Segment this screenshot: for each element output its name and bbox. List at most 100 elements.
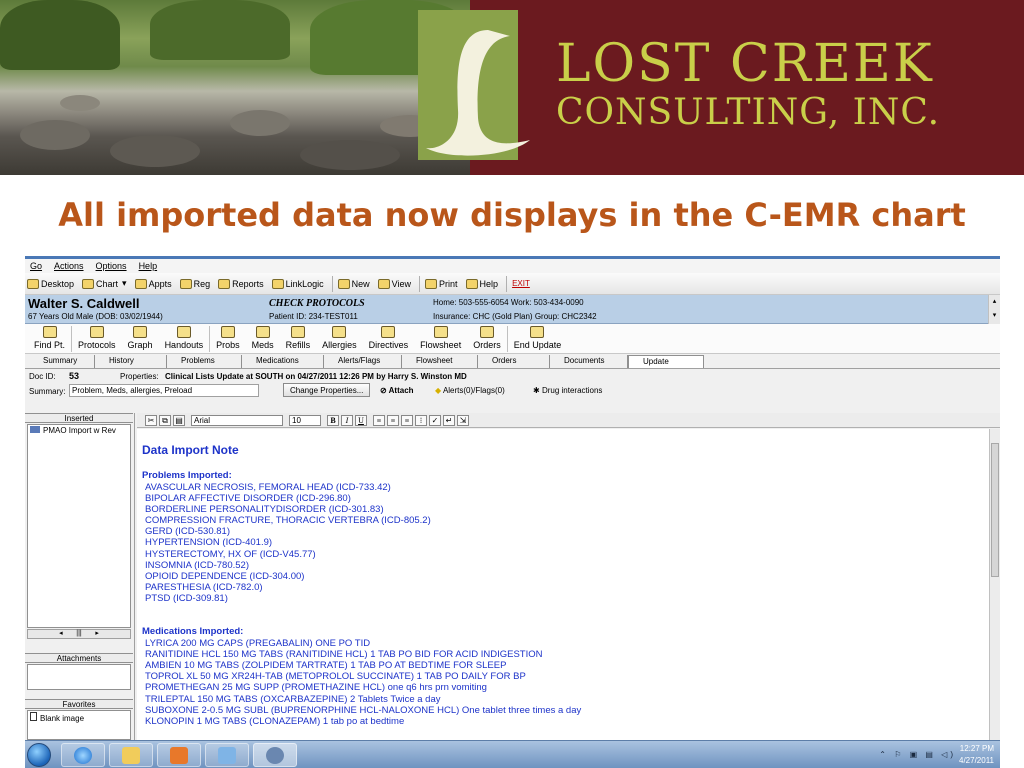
summary-input[interactable] [69, 384, 259, 397]
graph-icon [133, 326, 148, 338]
problem-item: COMPRESSION FRACTURE, THORACIC VERTEBRA … [145, 515, 431, 527]
tab-summary[interactable]: Summary [29, 355, 95, 368]
inserted-horizontal-scrollbar[interactable]: ◂ ||| ▸ [27, 629, 131, 639]
font-size-select[interactable]: 10 [289, 414, 321, 426]
start-button[interactable] [27, 743, 51, 767]
view-button[interactable]: View [377, 278, 411, 289]
chevron-down-icon[interactable]: ▾ [122, 278, 127, 289]
chart-button[interactable]: Chart ▾ [82, 278, 127, 289]
document-workspace: Inserted PMAO Import w Rev ◂ ||| ▸ Attac… [25, 413, 1000, 740]
check-protocols-link[interactable]: CHECK PROTOCOLS [269, 298, 365, 309]
desktop-button[interactable]: Desktop [27, 278, 74, 289]
probs-button[interactable]: Probs [210, 324, 246, 350]
ie-icon [74, 747, 92, 764]
medication-item: PROMETHEGAN 25 MG SUPP (PROMETHAZINE HCL… [145, 682, 487, 694]
problem-item: OPIOID DEPENDENCE (ICD-304.00) [145, 570, 305, 582]
bullet-list-icon[interactable]: ⁝ [415, 414, 427, 426]
allergies-button[interactable]: Allergies [316, 324, 363, 350]
graph-button[interactable]: Graph [122, 324, 159, 350]
export-icon[interactable]: ⇲ [457, 414, 469, 426]
people-icon [266, 747, 284, 764]
meds-icon [255, 326, 270, 338]
underline-icon[interactable]: U [355, 414, 367, 426]
orders-button[interactable]: Orders [467, 324, 507, 350]
menu-help[interactable]: Help [139, 261, 158, 271]
problem-item: PARESTHESIA (ICD-782.0) [145, 581, 263, 593]
doc-id-label: Doc ID: [29, 372, 56, 381]
tab-alerts-flags[interactable]: Alerts/Flags [324, 355, 402, 368]
inserted-item[interactable]: PMAO Import w Rev [43, 426, 116, 435]
patient-banner: Walter S. Caldwell 67 Years Old Male (DO… [25, 295, 1000, 324]
linklogic-button[interactable]: LinkLogic [271, 278, 324, 289]
media-taskbar-button[interactable] [157, 743, 201, 767]
note-vertical-scrollbar[interactable] [989, 429, 1000, 740]
spell-check-icon[interactable]: ✓ [429, 414, 441, 426]
change-properties-button[interactable]: Change Properties... [283, 383, 371, 397]
menu-go[interactable]: Go [30, 261, 42, 271]
italic-icon[interactable]: I [341, 414, 353, 426]
bold-icon[interactable]: B [327, 414, 339, 426]
align-left-icon[interactable]: ≡ [373, 414, 385, 426]
flowsheet-button[interactable]: Flowsheet [414, 324, 467, 350]
align-center-icon[interactable]: ≡ [387, 414, 399, 426]
directives-button[interactable]: Directives [363, 324, 415, 350]
copy-icon[interactable]: ⧉ [159, 414, 171, 426]
orders-icon [479, 326, 494, 338]
medication-item: RANITIDINE HCL 150 MG TABS (RANITIDINE H… [145, 649, 543, 661]
help-button[interactable]: Help [465, 278, 498, 289]
cut-icon[interactable]: ✂ [145, 414, 157, 426]
clock-time[interactable]: 12:27 PM [960, 744, 994, 753]
tab-medications[interactable]: Medications [242, 355, 324, 368]
menu-options[interactable]: Options [96, 261, 127, 271]
explorer-taskbar-button[interactable] [109, 743, 153, 767]
attach-button[interactable]: ⊘ Attach [380, 386, 414, 395]
favorites-list[interactable]: Blank image [27, 710, 131, 740]
font-select[interactable]: Arial [191, 414, 283, 426]
tab-documents[interactable]: Documents [550, 355, 628, 368]
appts-button[interactable]: Appts [134, 278, 172, 289]
patient-banner-scrollbar[interactable]: ▴ ▾ [988, 295, 1000, 324]
tab-flowsheet[interactable]: Flowsheet [402, 355, 478, 368]
menu-actions[interactable]: Actions [54, 261, 84, 271]
system-tray-icons[interactable]: ⌃ ⚐ ▣ ▤ ◁) [879, 750, 956, 759]
end-update-button[interactable]: End Update [508, 324, 568, 350]
inserted-list[interactable]: PMAO Import w Rev [27, 424, 131, 628]
attachments-list[interactable] [27, 664, 131, 690]
flowsheet-icon [433, 326, 448, 338]
document-icon [30, 426, 40, 433]
handouts-button[interactable]: Handouts [159, 324, 210, 350]
patient-insurance: Insurance: CHC (Gold Plan) Group: CHC234… [433, 312, 597, 321]
problem-item: BIPOLAR AFFECTIVE DISORDER (ICD-296.80) [145, 493, 351, 505]
print-button[interactable]: Print [425, 278, 458, 289]
protocols-button[interactable]: Protocols [72, 324, 122, 350]
menu-bar: Go Actions Options Help [25, 259, 1000, 273]
drug-interactions-button[interactable]: ✱ Drug interactions [533, 386, 602, 395]
reports-button[interactable]: Reports [218, 278, 264, 289]
tab-history[interactable]: History [95, 355, 167, 368]
refills-button[interactable]: Refills [280, 324, 317, 350]
reg-button[interactable]: Reg [179, 278, 210, 289]
tab-problems[interactable]: Problems [167, 355, 242, 368]
align-right-icon[interactable]: ≡ [401, 414, 413, 426]
tab-orders[interactable]: Orders [478, 355, 550, 368]
patient-id: Patient ID: 234-TEST011 [269, 312, 358, 321]
meds-button[interactable]: Meds [246, 324, 280, 350]
paste-icon[interactable]: ▤ [173, 414, 185, 426]
ie-taskbar-button[interactable] [61, 743, 105, 767]
help-icon [465, 278, 478, 289]
exit-button[interactable]: EXIT [512, 279, 530, 288]
tab-update[interactable]: Update [628, 355, 704, 368]
toolbar-divider [506, 275, 508, 292]
insert-icon[interactable]: ↵ [443, 414, 455, 426]
new-button[interactable]: New [337, 278, 370, 289]
doc-id-value: 53 [69, 371, 80, 381]
alerts-flags-button[interactable]: ◆ Alerts(0)/Flags(0) [435, 386, 505, 395]
find-patient-button[interactable]: Find Pt. [28, 324, 71, 350]
note-body[interactable]: Data Import Note Problems Imported: AVAS… [137, 429, 989, 740]
favorites-item[interactable]: Blank image [40, 714, 84, 723]
flag-icon: ◆ [435, 386, 443, 395]
clock-date[interactable]: 4/27/2011 [959, 756, 994, 765]
people-taskbar-button[interactable] [253, 743, 297, 767]
scrollbar-thumb[interactable] [991, 443, 999, 577]
paint-taskbar-button[interactable] [205, 743, 249, 767]
